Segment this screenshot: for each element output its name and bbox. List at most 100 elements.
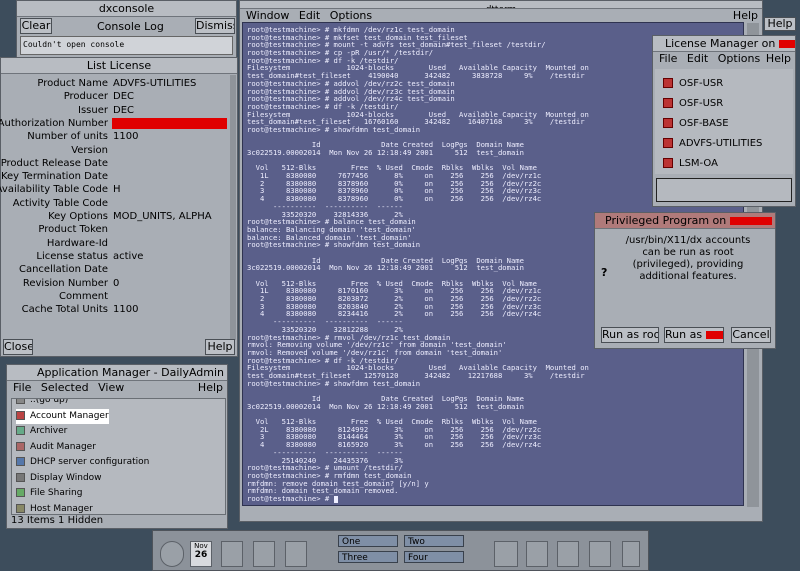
licman-status-field bbox=[656, 178, 792, 202]
license-field-label: Revision Number bbox=[22, 277, 108, 289]
workspace-three[interactable]: Three bbox=[338, 551, 398, 563]
license-item[interactable]: OSF-BASE bbox=[663, 115, 729, 133]
console-log-area[interactable]: Couldn't open console bbox=[20, 36, 233, 55]
app-list-item[interactable]: DHCP server configuration bbox=[16, 455, 149, 470]
license-item-label: OSF-BASE bbox=[679, 118, 729, 129]
dxconsole-titlebar[interactable]: dxconsole bbox=[17, 1, 236, 17]
app-list-item[interactable]: ..(go up) bbox=[16, 398, 69, 408]
clear-button[interactable]: Clear bbox=[20, 18, 52, 34]
help-manager-icon[interactable] bbox=[589, 541, 611, 567]
app-icon bbox=[16, 399, 25, 404]
license-field-label: Hardware-Id bbox=[46, 237, 108, 249]
menu-selected[interactable]: Selected bbox=[41, 381, 89, 394]
license-field-value: 0 bbox=[113, 277, 120, 289]
menu-file[interactable]: File bbox=[659, 52, 677, 65]
menu-view[interactable]: View bbox=[98, 381, 124, 394]
license-item[interactable]: OSF-USR bbox=[663, 95, 723, 113]
license-icon bbox=[663, 158, 673, 168]
appman-help-menu[interactable]: Help bbox=[198, 380, 223, 396]
terminal-cursor bbox=[333, 495, 338, 503]
license-icon bbox=[663, 138, 673, 148]
workspace-one[interactable]: One bbox=[338, 535, 398, 547]
app-list-item[interactable]: Host Manager bbox=[16, 502, 93, 515]
license-field-label: Cache Total Units bbox=[21, 304, 108, 316]
menu-file[interactable]: File bbox=[13, 381, 31, 394]
menu-edit[interactable]: Edit bbox=[687, 52, 708, 65]
run-as-label: Run as bbox=[665, 328, 703, 341]
close-button[interactable]: Close bbox=[3, 339, 33, 355]
license-item-label: OSF-USR bbox=[679, 78, 724, 89]
file-manager-icon[interactable] bbox=[221, 541, 243, 567]
printer-icon[interactable] bbox=[494, 541, 518, 567]
list-license-window: List License Product Name ADVFS-UTILITIES… bbox=[0, 57, 238, 357]
license-item-label: LSM-OA bbox=[679, 158, 718, 169]
dismiss-button[interactable]: Dismiss bbox=[195, 18, 235, 34]
license-field-label: Product Token bbox=[38, 224, 108, 236]
license-field-row: Product Token bbox=[1, 223, 233, 236]
license-field-value: 1100 bbox=[113, 131, 139, 143]
appman-menubar: File Selected View Help bbox=[7, 380, 227, 396]
app-item-label: Display Window bbox=[30, 472, 102, 483]
license-field-label: Product Release Date bbox=[0, 157, 108, 169]
license-item[interactable]: LSM-OA bbox=[663, 155, 718, 173]
menu-options[interactable]: Options bbox=[330, 9, 372, 22]
app-item-label: Host Manager bbox=[30, 503, 93, 514]
app-item-label: ..(go up) bbox=[30, 398, 69, 405]
application-manager-icon[interactable] bbox=[557, 541, 579, 567]
license-field-value: DEC bbox=[113, 91, 135, 103]
style-manager-icon[interactable] bbox=[526, 541, 548, 567]
redacted-authorization-number bbox=[112, 117, 227, 129]
workspace-four[interactable]: Four bbox=[404, 551, 464, 563]
license-field-row: Revision Number 0 bbox=[1, 277, 233, 290]
menu-options[interactable]: Options bbox=[718, 52, 760, 65]
app-list-item[interactable]: Archiver bbox=[16, 424, 67, 439]
licman-titlebar[interactable]: License Manager on bbox=[653, 36, 795, 52]
appman-titlebar[interactable]: Application Manager - DailyAdmin bbox=[7, 365, 227, 381]
menu-edit[interactable]: Edit bbox=[299, 9, 320, 22]
licman-menubar: File Edit Options Help bbox=[653, 51, 795, 67]
license-field-row: Cache Total Units 1100 bbox=[1, 303, 233, 316]
app-list-item[interactable]: Account Manager bbox=[16, 408, 109, 424]
license-field-value: DEC bbox=[113, 104, 135, 116]
license-field-label: Product Name bbox=[37, 78, 108, 89]
cancel-button[interactable]: Cancel bbox=[731, 327, 771, 343]
terminal-line: root@testmachine> # bbox=[247, 493, 334, 503]
license-icon bbox=[663, 78, 673, 88]
priv-message: /usr/bin/X11/dx accounts can be run as r… bbox=[625, 235, 751, 282]
license-field-row: License status active bbox=[1, 250, 233, 263]
app-icon bbox=[16, 503, 25, 513]
calendar-icon[interactable]: Nov 26 bbox=[190, 541, 212, 567]
license-field-row: Product Name ADVFS-UTILITIES bbox=[1, 77, 233, 90]
license-help-button[interactable]: Help bbox=[205, 339, 235, 355]
list-license-titlebar[interactable]: List License bbox=[1, 58, 237, 74]
license-field-value: ADVFS-UTILITIES bbox=[113, 78, 197, 89]
text-editor-icon[interactable] bbox=[253, 541, 275, 567]
workspace-two[interactable]: Two bbox=[404, 535, 464, 547]
priv-title: Privileged Program on bbox=[605, 214, 727, 227]
menu-window[interactable]: Window bbox=[246, 9, 289, 22]
app-icon bbox=[16, 426, 25, 435]
trash-icon[interactable] bbox=[622, 541, 640, 567]
question-icon: ? bbox=[601, 266, 608, 279]
license-field-value: active bbox=[113, 250, 144, 262]
appman-list: ..(go up) Account Manager Archiver Audit Ma… bbox=[11, 398, 226, 515]
clock-icon[interactable] bbox=[160, 541, 184, 567]
license-item[interactable]: ADVFS-UTILITIES bbox=[663, 135, 762, 153]
mail-icon[interactable] bbox=[285, 541, 307, 567]
licman-title: License Manager on bbox=[665, 37, 776, 50]
scrollbar[interactable] bbox=[230, 75, 236, 340]
app-list-item[interactable]: Audit Manager bbox=[16, 440, 96, 455]
app-icon bbox=[16, 441, 25, 451]
app-item-label: Account Manager bbox=[30, 410, 109, 421]
license-field-label: License status bbox=[36, 250, 108, 262]
app-list-item[interactable]: Display Window bbox=[16, 471, 102, 486]
license-field-value: H bbox=[113, 184, 121, 196]
licman-help-menu[interactable]: Help bbox=[766, 51, 791, 67]
app-list-item[interactable]: File Sharing bbox=[16, 486, 82, 501]
run-as-button[interactable]: Run as bbox=[664, 327, 724, 343]
priv-titlebar[interactable]: Privileged Program on bbox=[595, 213, 775, 229]
license-field-label: Availability Table Code bbox=[0, 184, 108, 196]
workspace-help-button[interactable]: Help bbox=[764, 17, 796, 31]
license-item[interactable]: OSF-USR bbox=[663, 75, 723, 93]
run-as-root-button[interactable]: Run as root bbox=[601, 327, 659, 343]
